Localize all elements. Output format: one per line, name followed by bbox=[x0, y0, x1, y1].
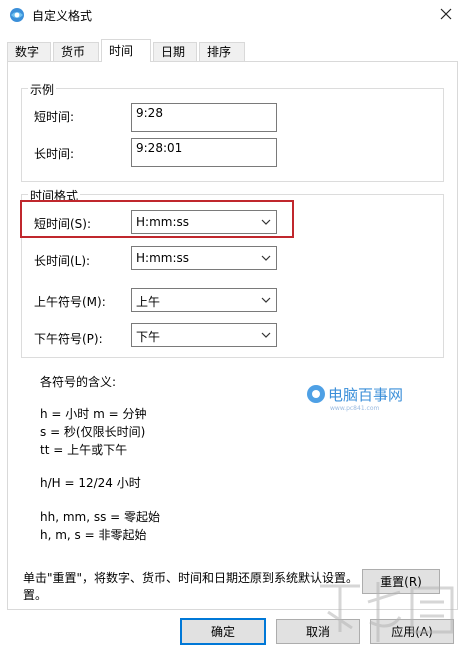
ok-button[interactable]: 确定 bbox=[180, 618, 266, 645]
long-time-format-combo[interactable]: H:mm:ss bbox=[131, 246, 277, 270]
tab-number[interactable]: 数字 bbox=[7, 42, 51, 61]
example-short-time-field: 9:28 bbox=[131, 103, 277, 132]
long-time-format-value: H:mm:ss bbox=[136, 251, 189, 265]
legend-line-3: tt = 上午或下午 bbox=[40, 443, 128, 457]
reset-note-line-2: 置。 bbox=[23, 588, 48, 602]
chevron-down-icon bbox=[261, 297, 271, 303]
am-symbol-value: 上午 bbox=[136, 295, 161, 309]
chevron-down-icon bbox=[261, 255, 271, 261]
tab-label: 数字 bbox=[15, 45, 40, 59]
am-symbol-label: 上午符号(M): bbox=[34, 295, 106, 309]
close-button[interactable] bbox=[432, 2, 460, 26]
tab-date[interactable]: 日期 bbox=[153, 42, 197, 61]
close-icon bbox=[440, 8, 452, 20]
legend-line-6: h, m, s = 非零起始 bbox=[40, 528, 147, 542]
tab-strip: 数字 货币 时间 日期 排序 bbox=[7, 39, 462, 62]
tab-currency[interactable]: 货币 bbox=[53, 42, 99, 61]
title-bar: 自定义格式 bbox=[0, 0, 468, 30]
tab-label: 时间 bbox=[109, 44, 134, 58]
example-short-time-label: 短时间: bbox=[34, 110, 75, 124]
globe-clock-icon bbox=[10, 8, 24, 22]
example-group: 示例 短时间: 9:28 长时间: 9:28:01 bbox=[21, 81, 444, 182]
legend-line-1: h = 小时 m = 分钟 bbox=[40, 407, 147, 421]
pm-symbol-label: 下午符号(P): bbox=[34, 332, 103, 346]
example-group-legend: 示例 bbox=[28, 81, 57, 98]
legend-line-2: s = 秒(仅限长时间) bbox=[40, 425, 146, 439]
legend-line-4: h/H = 12/24 小时 bbox=[40, 476, 141, 490]
long-time-format-label: 长时间(L): bbox=[34, 254, 91, 268]
highlight-box bbox=[20, 200, 294, 238]
pm-symbol-combo[interactable]: 下午 bbox=[131, 323, 277, 347]
tab-sort[interactable]: 排序 bbox=[199, 42, 245, 61]
watermark-text: 电脑百事网 bbox=[328, 386, 403, 404]
tab-label: 货币 bbox=[61, 45, 86, 59]
window-title: 自定义格式 bbox=[32, 9, 93, 23]
tab-label: 排序 bbox=[207, 45, 232, 59]
chevron-down-icon bbox=[261, 332, 271, 338]
site-watermark-icon bbox=[320, 582, 454, 642]
am-symbol-combo[interactable]: 上午 bbox=[131, 288, 277, 312]
tab-time[interactable]: 时间 bbox=[101, 39, 151, 62]
pm-symbol-value: 下午 bbox=[136, 330, 161, 344]
example-long-time-label: 长时间: bbox=[34, 147, 75, 161]
legend-line-5: hh, mm, ss = 零起始 bbox=[40, 510, 161, 524]
legend-heading: 各符号的含义: bbox=[40, 375, 117, 389]
example-long-time-field: 9:28:01 bbox=[131, 138, 277, 167]
tab-panel: 示例 短时间: 9:28 长时间: 9:28:01 时间格式 短时间(S): H… bbox=[7, 61, 458, 610]
watermark-sub: www.pc841.com bbox=[330, 405, 380, 412]
tab-label: 日期 bbox=[161, 45, 186, 59]
pc841-logo-icon: 电脑百事网 www.pc841.com bbox=[307, 385, 403, 412]
